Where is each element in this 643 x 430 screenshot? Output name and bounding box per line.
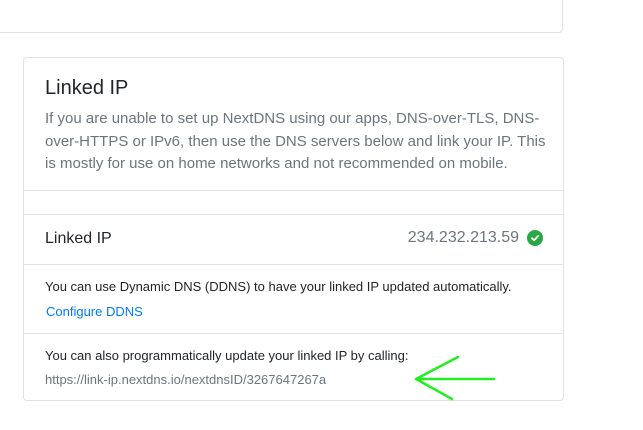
linked-ip-card: Linked IP If you are unable to set up Ne… <box>23 57 564 401</box>
card-description: If you are unable to set up NextDNS usin… <box>45 110 546 172</box>
api-url: https://link-ip.nextdns.io/nextdnsID/326… <box>45 372 327 387</box>
previous-card <box>0 0 563 33</box>
ddns-section: You can use Dynamic DNS (DDNS) to have y… <box>24 264 563 334</box>
card-title: Linked IP <box>45 77 129 99</box>
check-circle-icon <box>527 230 543 246</box>
api-description: You can also programmatically update you… <box>45 348 409 363</box>
ddns-description: You can use Dynamic DNS (DDNS) to have y… <box>45 279 512 294</box>
card-header: Linked IP If you are unable to set up Ne… <box>24 58 563 191</box>
arrow-left-icon <box>414 355 496 401</box>
linked-ip-value-group: 234.232.213.59 <box>408 229 543 247</box>
linked-ip-label: Linked IP <box>45 230 112 247</box>
configure-ddns-link[interactable]: Configure DDNS <box>46 304 143 319</box>
linked-ip-row: Linked IP 234.232.213.59 <box>24 214 563 265</box>
linked-ip-value: 234.232.213.59 <box>407 229 519 246</box>
